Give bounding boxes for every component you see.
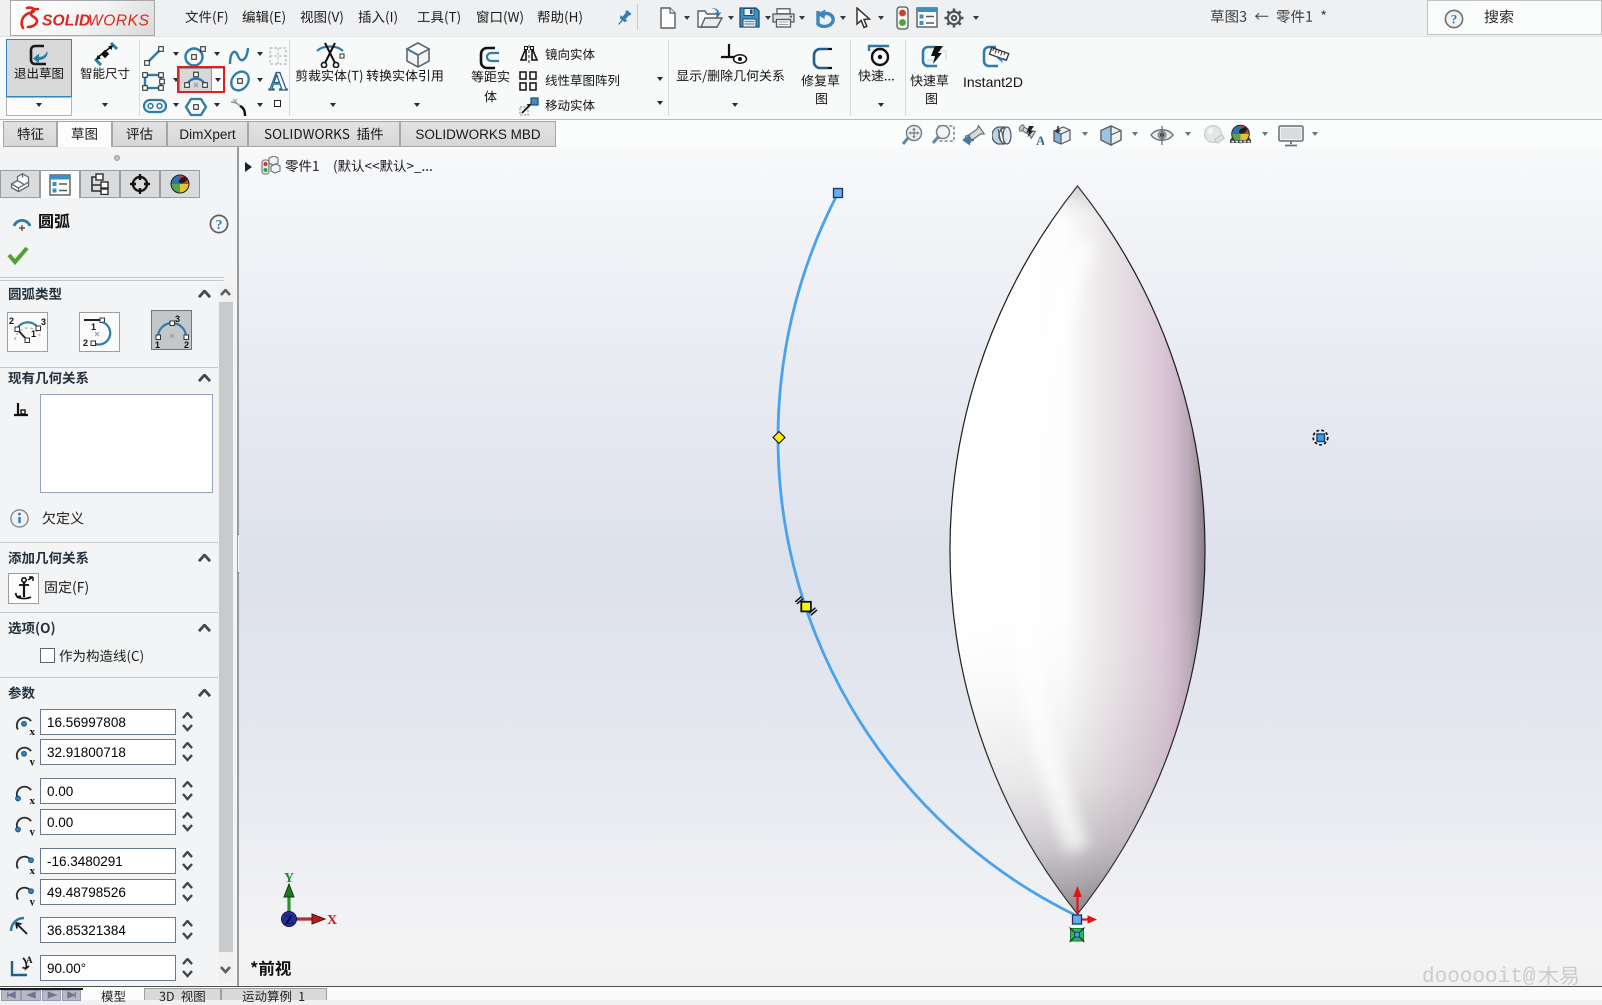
svg-text:?: ? [1451, 12, 1458, 27]
svg-text:A: A [26, 955, 33, 965]
svg-text:3: 3 [41, 317, 46, 327]
svg-text:y: y [30, 896, 36, 906]
svg-text:1: 1 [155, 340, 160, 350]
svg-text:WORKS: WORKS [88, 13, 150, 30]
svg-text:X: X [327, 913, 337, 928]
svg-text:?: ? [216, 217, 223, 232]
svg-text:A: A [1036, 133, 1044, 147]
svg-text:A: A [269, 68, 288, 94]
svg-text:1: 1 [91, 322, 96, 332]
svg-text:2: 2 [184, 340, 189, 350]
svg-text:2: 2 [83, 338, 88, 348]
svg-text:x: x [30, 795, 36, 805]
svg-text:y: y [30, 826, 36, 836]
svg-text:3: 3 [175, 314, 180, 324]
svg-text:x: x [30, 726, 36, 736]
svg-text:x: x [30, 865, 36, 875]
svg-text:2: 2 [9, 316, 14, 326]
svg-text:Z: Z [285, 912, 294, 927]
svg-text:1: 1 [31, 329, 36, 339]
svg-text:SOLID: SOLID [42, 13, 90, 30]
svg-text:Y: Y [284, 871, 294, 886]
svg-text:y: y [30, 756, 36, 766]
